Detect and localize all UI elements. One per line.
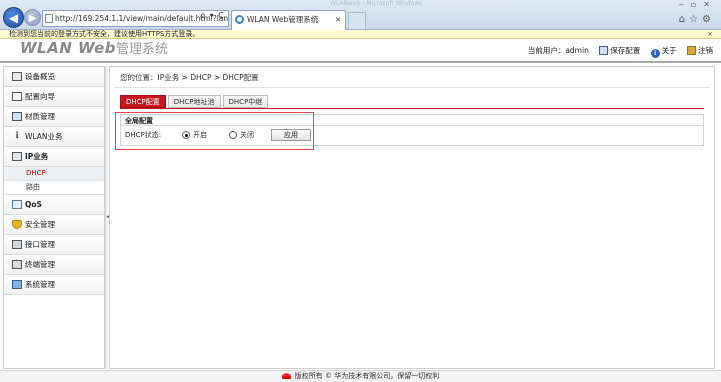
tab-dhcp-relay[interactable]: DHCP中继 [222, 95, 269, 108]
footer: 版权所有 © 华为技术有限公司，保留一切权利 [0, 370, 721, 382]
highlight-annotation [115, 112, 314, 150]
new-tab-button[interactable] [348, 12, 366, 29]
logo-wlan: WLAN Web [20, 39, 116, 57]
window-title: WLANweb - Microsoft Windows [330, 0, 423, 7]
sidebar-item-ip[interactable]: IP业务 [4, 147, 104, 167]
sidebar-item-system[interactable]: 系统管理 [4, 275, 104, 295]
main-content: 您的位置：IP业务 > DHCP > DHCP配置 DHCP配置 DHCP地址池 D… [109, 66, 715, 369]
ie-icon [235, 15, 244, 24]
sidebar-splitter[interactable]: ◀ [105, 66, 110, 369]
header-actions: 当前用户：admin 保存配置 i 关于 注销 [520, 45, 713, 58]
about-button[interactable]: i 关于 [650, 45, 677, 58]
sidebar-item-label: QoS [25, 200, 42, 209]
wifi-icon: ℹ [15, 131, 19, 141]
sidebar-subitem-route[interactable]: 路由 [4, 181, 104, 195]
browser-tools-icons[interactable]: ⌂☆⚙ [679, 14, 715, 25]
sidebar-subitem-dhcp[interactable]: DHCP [4, 167, 104, 181]
browser-toolbar: ◀ ▶ http://169.254.1.1/view/main/default… [0, 0, 721, 30]
sidebar-item-label: 材质管理 [25, 112, 55, 121]
logo-subtitle: 管理系统 [116, 42, 169, 57]
browser-tab[interactable]: WLAN Web管理系统 ✕ [231, 10, 346, 30]
sidebar-item-config-wizard[interactable]: 配置向导 [4, 87, 104, 107]
browser-tab-title: WLAN Web管理系统 [247, 15, 319, 24]
breadcrumb: 您的位置：IP业务 > DHCP > DHCP配置 [120, 73, 259, 82]
shield-icon [12, 220, 22, 229]
copyright-text: 版权所有 © 华为技术有限公司，保留一切权利 [294, 372, 440, 380]
forward-arrow-icon[interactable]: ▶ [24, 9, 41, 26]
tab-close-icon[interactable]: ✕ [335, 11, 341, 29]
sidebar-item-label: 设备概览 [25, 72, 55, 81]
sidebar-item-terminal[interactable]: 终端管理 [4, 255, 104, 275]
sidebar-item-label: 接口管理 [25, 240, 55, 249]
save-config-button[interactable]: 保存配置 [599, 45, 640, 56]
sidebar-item-device-overview[interactable]: 设备概览 [4, 67, 104, 87]
sidebar-item-label: 系统管理 [25, 280, 55, 289]
sidebar-item-label: IP业务 [25, 152, 49, 161]
wizard-icon [12, 92, 22, 101]
divider [114, 87, 710, 88]
page-icon [45, 14, 53, 23]
logout-button[interactable]: 注销 [687, 45, 713, 56]
sidebar-item-label: 配置向导 [25, 92, 55, 101]
terminal-icon [12, 260, 22, 269]
ip-icon [12, 152, 22, 161]
security-warning-bar: 检测到您当前的登录方式不安全，建议使用HTTPS方式登录。 × [0, 30, 721, 39]
app-header: WLAN Web管理系统 当前用户：admin 保存配置 i 关于 注销 [0, 39, 721, 63]
sidebar-item-security[interactable]: 安全管理 [4, 215, 104, 235]
about-label: 关于 [661, 46, 677, 55]
qos-icon [12, 200, 22, 209]
back-arrow-icon[interactable]: ◀ [3, 7, 24, 28]
logout-icon [687, 46, 696, 55]
address-tools[interactable]: ρ ▾ C [200, 11, 225, 20]
sidebar-item-interface[interactable]: 接口管理 [4, 235, 104, 255]
sidebar-item-wlan[interactable]: ℹ WLAN业务 [4, 127, 104, 147]
device-icon [12, 72, 22, 81]
tab-bar: DHCP配置 DHCP地址池 DHCP中继 [120, 95, 270, 108]
material-icon [12, 112, 22, 121]
close-icon[interactable]: × [707, 30, 713, 39]
interface-icon [12, 240, 22, 249]
sidebar-item-label: 安全管理 [25, 220, 55, 229]
sidebar-item-label: 终端管理 [25, 260, 55, 269]
save-config-label: 保存配置 [610, 46, 641, 55]
sidebar-item-label: WLAN业务 [25, 132, 63, 141]
sidebar-item-material[interactable]: 材质管理 [4, 107, 104, 127]
tab-dhcp-pool[interactable]: DHCP地址池 [167, 95, 221, 108]
security-message: 检测到您当前的登录方式不安全，建议使用HTTPS方式登录。 [9, 30, 200, 38]
huawei-logo-icon [281, 372, 291, 379]
logo: WLAN Web管理系统 [20, 39, 168, 59]
system-icon [12, 280, 22, 289]
logout-label: 注销 [698, 46, 713, 55]
save-icon [599, 46, 609, 55]
sidebar: 设备概览 配置向导 材质管理 ℹ WLAN业务 IP业务 DHCP 路由 QoS… [3, 66, 105, 369]
sidebar-item-qos[interactable]: QoS [4, 195, 104, 215]
tab-dhcp-config[interactable]: DHCP配置 [120, 95, 166, 108]
tab-underline [120, 108, 704, 109]
info-icon: i [650, 49, 660, 58]
current-user: 当前用户：admin [527, 46, 589, 55]
window-controls[interactable]: ‒▫✕ [679, 0, 717, 9]
